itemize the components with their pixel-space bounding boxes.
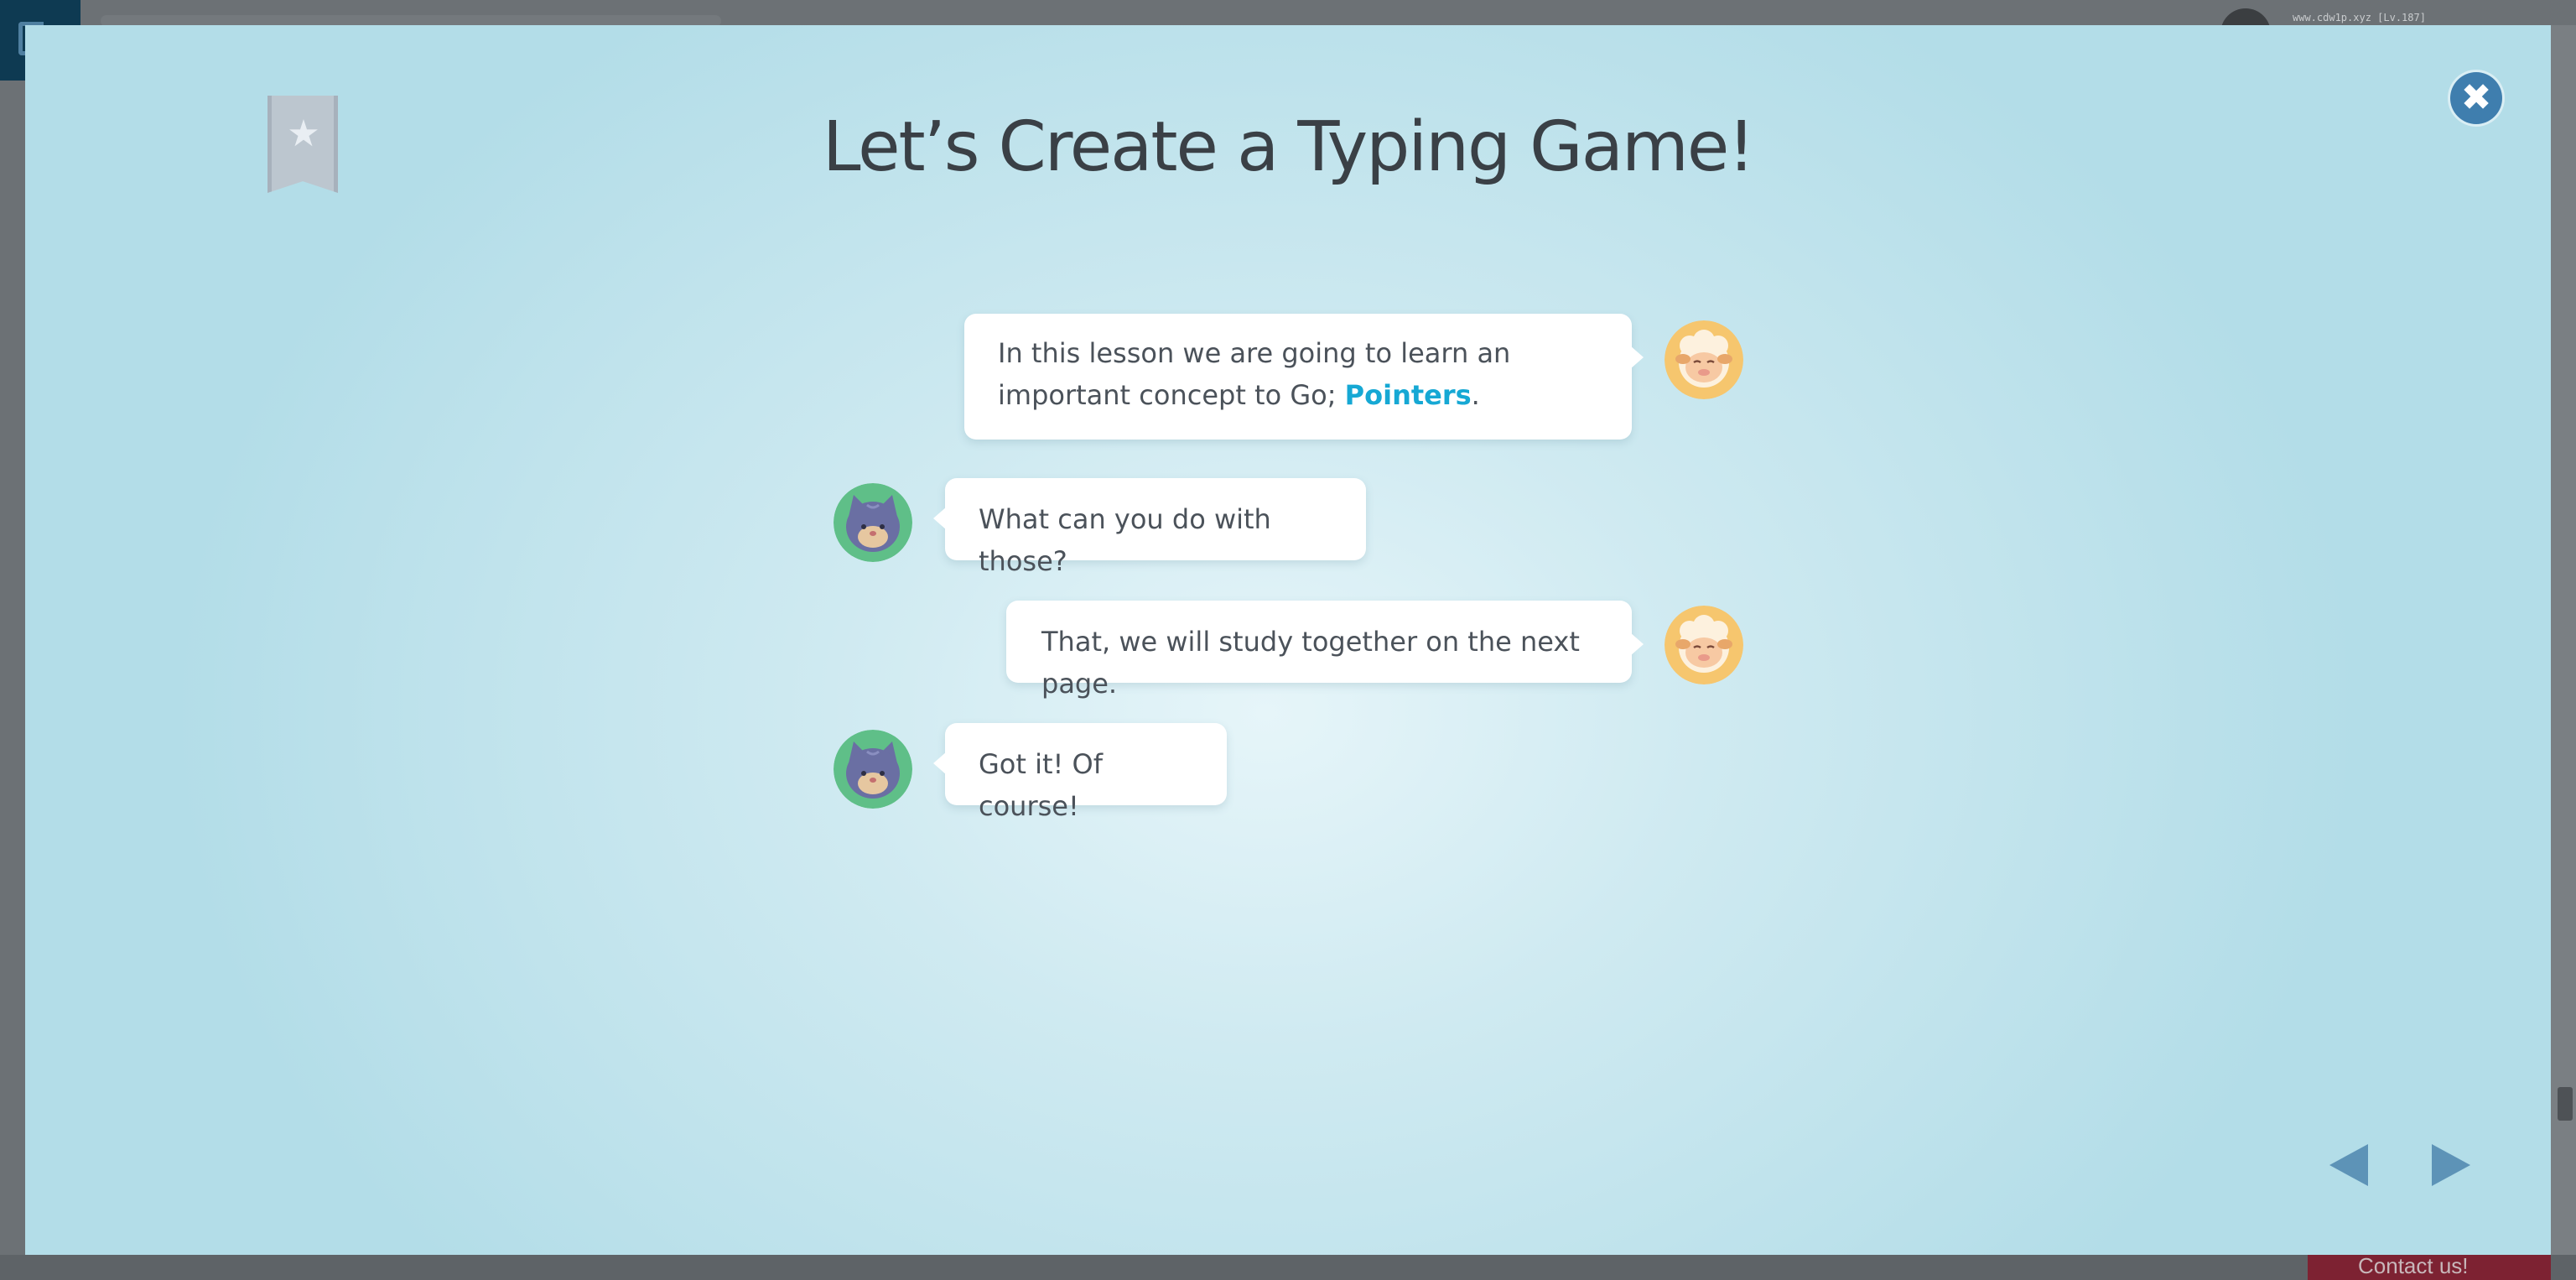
message-text: What can you do with those? bbox=[979, 503, 1271, 577]
page-scrollbar bbox=[2553, 81, 2576, 1238]
message-text: That, we will study together on the next… bbox=[1041, 626, 1580, 700]
chat-bubble-sheep-2: That, we will study together on the next… bbox=[1006, 601, 1644, 700]
close-icon: ✖ bbox=[2460, 76, 2492, 119]
pointers-keyword: Pointers bbox=[1344, 379, 1472, 411]
sheep-avatar-icon bbox=[1665, 320, 1743, 399]
chat-bubble-cat-2: Got it! Of course! bbox=[933, 723, 1227, 822]
lesson-title: Let’s Create a Typing Game! bbox=[822, 107, 1755, 187]
username-label: www.cdw1p.xyz [Lv.187] bbox=[2293, 12, 2426, 23]
chat-bubble-sheep-1: In this lesson we are going to learn an … bbox=[964, 314, 1644, 440]
close-button[interactable]: ✖ bbox=[2450, 72, 2502, 124]
sheep-avatar bbox=[1665, 606, 1743, 684]
lesson-modal: ★ Let’s Create a Typing Game! ✖ In this … bbox=[25, 25, 2551, 1255]
cat-avatar bbox=[834, 483, 912, 562]
cat-avatar-icon bbox=[834, 483, 912, 562]
previous-page-button[interactable] bbox=[2329, 1144, 2368, 1186]
sheep-avatar bbox=[1665, 320, 1743, 399]
cat-avatar bbox=[834, 730, 912, 809]
sheep-avatar-icon bbox=[1665, 606, 1743, 684]
bottom-scrollbar bbox=[0, 1255, 2576, 1280]
message-punctuation: . bbox=[1471, 379, 1480, 411]
next-page-button[interactable] bbox=[2432, 1144, 2470, 1186]
message-text: Got it! Of course! bbox=[979, 748, 1103, 822]
scrollbar-thumb bbox=[2558, 1087, 2573, 1121]
chat-bubble-cat-1: What can you do with those? bbox=[933, 478, 1366, 577]
contact-us-button: Contact us! bbox=[2308, 1251, 2551, 1280]
cat-avatar-icon bbox=[834, 730, 912, 809]
left-sidebar bbox=[0, 81, 25, 1280]
